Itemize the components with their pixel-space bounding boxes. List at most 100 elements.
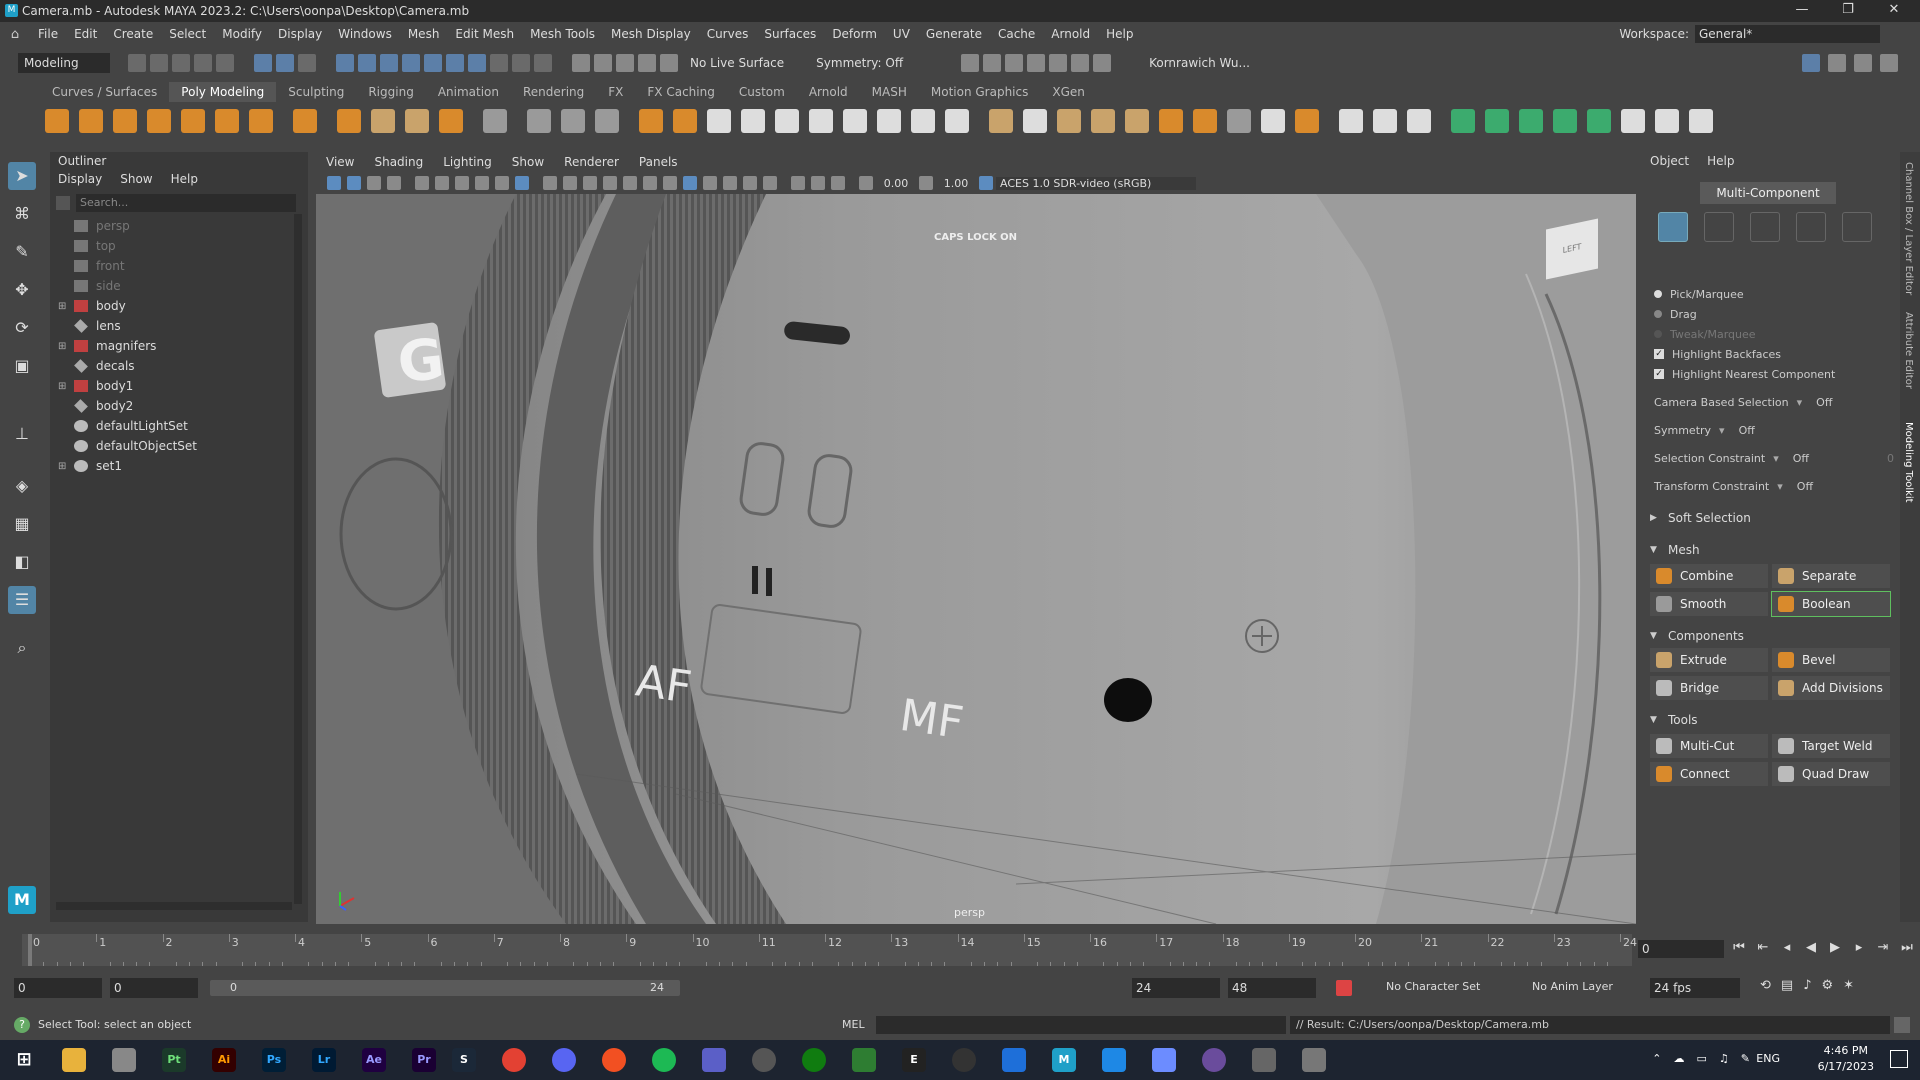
2d-pan-zoom-icon[interactable] (415, 176, 429, 190)
current-frame-field[interactable]: 0 (1638, 940, 1724, 958)
smooth-button[interactable]: Smooth (1650, 592, 1768, 616)
fill-hole-icon[interactable] (809, 109, 833, 133)
cube-icon[interactable] (79, 109, 103, 133)
insert-edge-icon[interactable] (945, 109, 969, 133)
ae-app-icon[interactable]: Ae (362, 1048, 386, 1072)
arnold-render-icon[interactable] (1071, 54, 1090, 72)
minimize-button[interactable]: — (1782, 2, 1822, 20)
step-back-key-icon[interactable]: ⇤ (1754, 938, 1772, 958)
outliner-item[interactable]: defaultLightSet (58, 416, 188, 436)
menu-edit-mesh[interactable]: Edit Mesh (447, 22, 522, 46)
outliner-item[interactable]: ⊞ body (58, 296, 126, 316)
outliner-search-input[interactable]: Search... (76, 194, 296, 212)
menu-arnold[interactable]: Arnold (1043, 22, 1098, 46)
colorspace-dropdown[interactable]: ACES 1.0 SDR-video (sRGB) (996, 176, 1196, 190)
menu-mesh-tools[interactable]: Mesh Tools (522, 22, 603, 46)
uv-layout-icon[interactable] (1621, 109, 1645, 133)
xbox-icon[interactable] (802, 1048, 826, 1072)
redo-icon[interactable] (216, 54, 234, 72)
help-icon[interactable] (490, 54, 508, 72)
snap-toggle-icon[interactable] (515, 176, 529, 190)
workspace-dropdown[interactable]: General* (1695, 25, 1880, 43)
menu-create[interactable]: Create (105, 22, 161, 46)
soft-selection-section[interactable]: ▶ Soft Selection (1650, 508, 1894, 528)
menu-uv[interactable]: UV (885, 22, 918, 46)
step-forward-key-icon[interactable]: ⇥ (1874, 938, 1892, 958)
vertex-mode-button[interactable] (1704, 212, 1734, 242)
transform-icon[interactable] (561, 109, 585, 133)
target-weld-button[interactable]: Target Weld (1772, 734, 1890, 758)
multi-component-button[interactable]: Multi-Component (1700, 182, 1836, 204)
windows-start-icon[interactable]: ⊞ (12, 1048, 36, 1072)
cache-icon[interactable]: ▤ (1781, 978, 1793, 993)
filter-icon[interactable] (56, 196, 70, 210)
script-editor-icon[interactable] (1894, 1017, 1910, 1033)
batch-render-icon[interactable] (1005, 54, 1024, 72)
app-icon-a[interactable] (1252, 1048, 1276, 1072)
shelf-tab-rigging[interactable]: Rigging (356, 82, 425, 102)
outliner-menu-show[interactable]: Show (120, 172, 152, 186)
bookmark-icon[interactable] (367, 176, 381, 190)
xray-joints-icon[interactable] (811, 176, 825, 190)
notification-icon[interactable] (1890, 1050, 1908, 1068)
merge-icon[interactable] (877, 109, 901, 133)
bevel-icon[interactable] (741, 109, 765, 133)
tools-section-header[interactable]: ▼ Tools (1650, 710, 1894, 730)
isolate-icon[interactable] (791, 176, 805, 190)
uv-unfold-icon[interactable] (1587, 109, 1611, 133)
expand-icon[interactable]: ⊞ (58, 341, 70, 352)
shelf-tab-arnold[interactable]: Arnold (797, 82, 860, 102)
symmetry-dropdown[interactable]: Symmetry: Off (810, 56, 909, 70)
combine-icon[interactable] (989, 109, 1013, 133)
uv-auto-icon[interactable] (1553, 109, 1577, 133)
separate-button[interactable]: Separate (1772, 564, 1890, 588)
playback-end-field[interactable]: 24 (1132, 978, 1220, 998)
network-icon[interactable]: ▭ (1697, 1052, 1707, 1065)
tool-settings-toggle-icon[interactable] (1854, 54, 1872, 72)
channel-box-toggle-icon[interactable] (1880, 54, 1898, 72)
type-icon[interactable] (405, 109, 429, 133)
expand-icon[interactable]: ⊞ (58, 301, 70, 312)
isolate-select-icon[interactable] (683, 176, 697, 190)
file-explorer-icon[interactable] (62, 1048, 86, 1072)
exposure-field[interactable]: 0.00 (876, 177, 916, 190)
viewport-menu-show[interactable]: Show (502, 152, 554, 172)
go-to-start-icon[interactable]: ⏮ (1730, 938, 1748, 958)
uv-mode-button[interactable] (1842, 212, 1872, 242)
open-scene-icon[interactable] (150, 54, 168, 72)
extrude-button[interactable]: Extrude (1650, 648, 1768, 672)
shelf-tab-sculpting[interactable]: Sculpting (276, 82, 356, 102)
render-view-icon[interactable] (961, 54, 980, 72)
menu-edit[interactable]: Edit (66, 22, 105, 46)
sculpt-icon[interactable] (527, 109, 551, 133)
uv-sphere-icon[interactable] (1519, 109, 1543, 133)
render-settings-icon[interactable] (616, 54, 634, 72)
snap-curve-icon[interactable] (358, 54, 376, 72)
object-mode-button[interactable] (1658, 212, 1688, 242)
outliner-h-scrollbar[interactable] (56, 902, 292, 910)
face-mode-button[interactable] (1796, 212, 1826, 242)
new-scene-icon[interactable] (128, 54, 146, 72)
search-button[interactable]: ⌕ (8, 634, 36, 662)
ipr-icon[interactable] (594, 54, 612, 72)
menu-mesh[interactable]: Mesh (400, 22, 448, 46)
step-forward-frame-icon[interactable]: ▸ (1850, 938, 1868, 958)
symmetry-row[interactable]: Symmetry ▾ Off (1654, 422, 1755, 438)
resolution-gate-icon[interactable] (495, 176, 509, 190)
gamma-field[interactable]: 1.00 (936, 177, 976, 190)
menu-generate[interactable]: Generate (918, 22, 990, 46)
wireframe-on-shaded-icon[interactable] (583, 176, 597, 190)
lasso-tool-button[interactable]: ⌘ (8, 200, 36, 228)
undo-icon[interactable] (194, 54, 212, 72)
auto-key-icon[interactable] (1336, 980, 1352, 996)
show-manipulator-button[interactable]: ⊥ (8, 420, 36, 448)
pause-icon[interactable] (1093, 54, 1112, 72)
ubisoft-icon[interactable] (952, 1048, 976, 1072)
pen-icon[interactable]: ✎ (1741, 1052, 1750, 1065)
viewport-menu-view[interactable]: View (316, 152, 364, 172)
sweep-icon[interactable] (371, 109, 395, 133)
edge-mode-button[interactable] (1750, 212, 1780, 242)
image-plane-icon[interactable] (387, 176, 401, 190)
chrome-icon[interactable] (502, 1048, 526, 1072)
modeling-toolkit-toggle-icon[interactable] (1802, 54, 1820, 72)
